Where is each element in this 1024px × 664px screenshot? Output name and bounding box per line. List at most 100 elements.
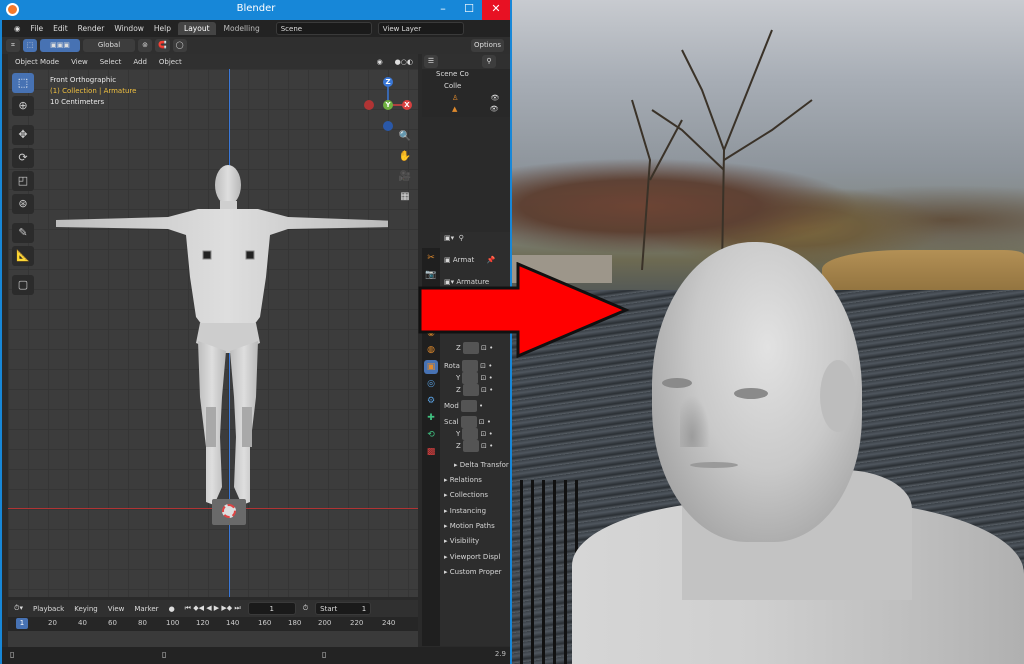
move-tool-icon[interactable]: ✥ [12,125,34,145]
physics-tab-icon[interactable]: ⚙ [424,394,438,408]
armature-origin[interactable] [212,499,246,525]
props-editor-icon[interactable]: ▣▾ ⚲ [444,234,464,246]
outliner-filter-icon[interactable]: ⚲ [482,55,496,68]
sculpt-eye [662,378,692,388]
proportional-edit-icon[interactable]: ◯ [172,39,187,52]
menu-view[interactable]: View [66,58,93,66]
snap-icon[interactable]: 🧲 [155,39,170,52]
editor-type-icon[interactable]: ⌗ [6,39,20,52]
panel-motion-paths[interactable]: ▸ Motion Paths [444,522,495,534]
ortho-grid-icon[interactable]: ▦ [397,189,413,205]
marker-menu[interactable]: Marker [131,605,161,613]
preview-range-icon[interactable]: ⏱ [300,604,311,613]
outliner-object-row[interactable]: ♙ 👁 [422,94,510,105]
red-arrow-icon [418,262,630,358]
overlay-icon[interactable]: ◉ [372,58,388,66]
menu-file[interactable]: File [26,24,49,33]
tab-modelling[interactable]: Modelling [218,22,266,35]
tick-label: 120 [196,619,210,627]
scene-selector[interactable]: Scene [275,22,372,35]
pivot-icon[interactable]: ⊚ [138,39,152,52]
select-tool-icon[interactable]: ⬚ [12,73,34,93]
zoom-icon[interactable]: 🔍 [397,129,413,145]
armature-data-tab-icon[interactable]: ⟲ [424,428,438,442]
timeline-track[interactable] [8,631,418,647]
rotation-mode-label[interactable]: Mod • [444,400,483,412]
sculpt-ear [820,360,856,432]
sculpt-mouth [690,462,738,468]
menu-add[interactable]: Add [128,58,152,66]
menu-select[interactable]: Select [95,58,127,66]
record-icon[interactable]: ● [166,605,178,613]
panel-viewport-display[interactable]: ▸ Viewport Displ [444,553,500,565]
outliner: Scene Co Colle ♙ 👁 ▲ 👁 [422,69,510,117]
modifier-tab-icon[interactable]: ◎ [424,377,438,391]
menu-window[interactable]: Window [109,24,149,33]
outliner-scene-row[interactable]: Scene Co [422,70,510,81]
tick-label: 20 [48,619,57,627]
scale-tool-icon[interactable]: ◰ [12,171,34,191]
close-button[interactable]: ✕ [482,0,510,20]
blender-menu-icon[interactable]: ◉ [2,24,26,33]
current-frame-field[interactable]: 1 [247,602,296,615]
panel-visibility[interactable]: ▸ Visibility [444,537,479,549]
timeline-editor-icon[interactable]: ⏱▾ [11,604,26,613]
navigation-buttons: 🔍 ✋ 🎥 ▦ [397,129,415,209]
gizmo-y-axis[interactable]: Y [383,100,393,110]
tick-label: 220 [350,619,364,627]
navigation-gizmo[interactable]: Z Y X [364,75,412,135]
3d-viewport[interactable]: ⬚ ⊕ ✥ ⟳ ◰ ⊛ ✎ 📐 ▢ Front Orthographic (1)… [8,69,418,597]
selection-mode-buttons[interactable]: ▣▣▣ [40,39,80,52]
frame-indicator[interactable]: 1 [16,618,28,629]
gizmo-x-axis[interactable]: X [402,100,412,110]
camera-view-icon[interactable]: 🎥 [397,169,413,185]
select-box-icon[interactable]: ⬚ [23,39,37,52]
timeline-view-menu[interactable]: View [105,605,128,613]
tick-label: 60 [108,619,117,627]
transform-orientation-dropdown[interactable]: Global [83,39,135,52]
panel-collections[interactable]: ▸ Collections [444,491,488,503]
grid-scale-label: 10 Centimeters [50,98,105,106]
rotation-y-label: Y ⊡ • [456,372,493,384]
outliner-object-row[interactable]: ▲ 👁 [422,105,510,116]
gizmo-neg-z-axis[interactable] [383,121,393,131]
menu-edit[interactable]: Edit [48,24,73,33]
transform-tool-icon[interactable]: ⊛ [12,194,34,214]
panel-relations[interactable]: ▸ Relations [444,476,482,488]
outliner-collection-row[interactable]: Colle [422,82,510,93]
rotate-tool-icon[interactable]: ⟳ [12,148,34,168]
shading-icon[interactable]: ●○◐ [390,58,418,66]
scale-label: Scal ⊡ • [444,416,491,428]
gizmo-z-axis[interactable]: Z [383,77,393,87]
maximize-button[interactable]: ☐ [458,0,480,20]
pan-hand-icon[interactable]: ✋ [397,149,413,165]
start-frame-field[interactable]: Start 1 [315,602,372,615]
menu-help[interactable]: Help [149,24,176,33]
gizmo-neg-x-axis[interactable] [364,100,374,110]
annotate-tool-icon[interactable]: ✎ [12,223,34,243]
viewport-header: Object Mode View Select Add Object ◉ ●○◐ [8,54,418,69]
options-dropdown[interactable]: Options [470,39,504,52]
playback-menu[interactable]: Playback [30,605,67,613]
cursor-tool-icon[interactable]: ⊕ [12,96,34,116]
playback-controls[interactable]: ⏮ ◆◀ ◀ ▶ ▶◆ ⏭ [182,604,244,613]
minimize-button[interactable]: – [432,0,454,20]
object-mode-dropdown[interactable]: Object Mode [10,58,64,66]
texture-tab-icon[interactable]: ▩ [424,445,438,459]
mouse-right-icon: ▯ [322,650,327,659]
measure-tool-icon[interactable]: 📐 [12,246,34,266]
mannequin-figure[interactable] [48,157,388,527]
delta-transform-panel[interactable]: ▸ Delta Transfor [454,461,509,473]
menu-object[interactable]: Object [154,58,187,66]
add-cube-tool-icon[interactable]: ▢ [12,275,34,295]
panel-instancing[interactable]: ▸ Instancing [444,507,486,519]
view-layer-selector[interactable]: View Layer [377,22,464,35]
menu-render[interactable]: Render [73,24,110,33]
keying-menu[interactable]: Keying [71,605,101,613]
tab-layout[interactable]: Layout [178,22,216,35]
panel-custom-properties[interactable]: ▸ Custom Proper [444,568,502,580]
constraints-tab-icon[interactable]: ✚ [424,411,438,425]
timeline-ruler[interactable]: 1 20 40 60 80 100 120 140 160 180 200 22… [8,617,418,631]
outliner-editor-icon[interactable]: ☰ [424,55,438,68]
object-tab-icon[interactable]: ▣ [424,360,438,374]
